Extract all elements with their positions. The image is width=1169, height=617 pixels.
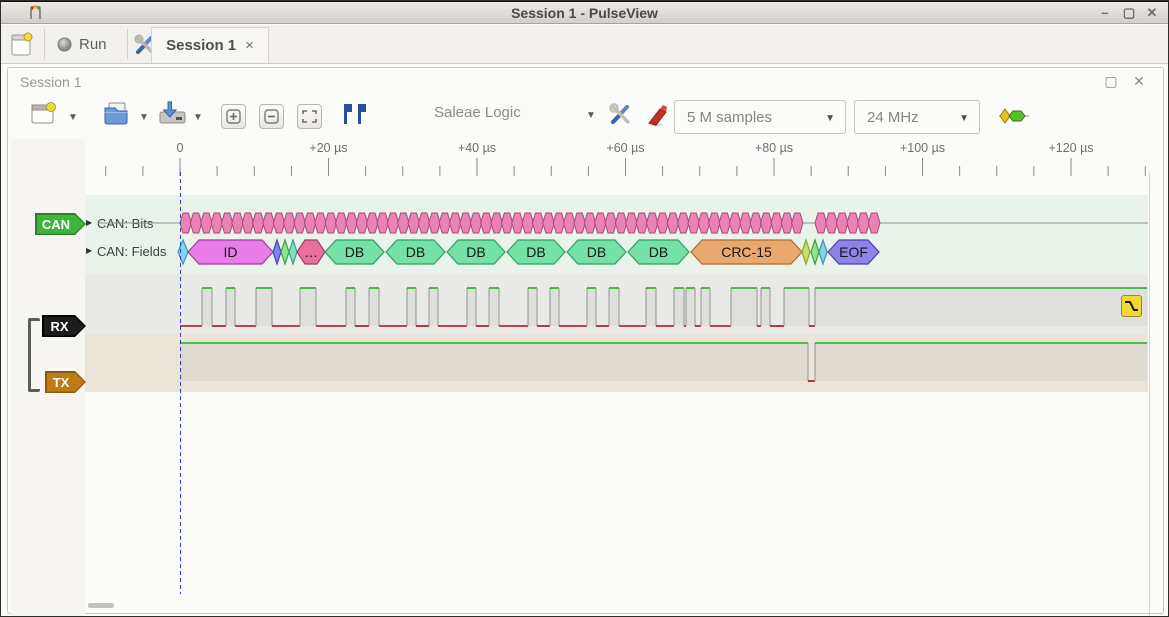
ruler-label: +100 µs — [900, 141, 945, 155]
zoom-in-button[interactable] — [221, 104, 246, 129]
minimize-button[interactable]: – — [1094, 4, 1116, 22]
title-bar[interactable]: Session 1 - PulseView – ▢ ✕ — [1, 1, 1168, 24]
view-right-border — [1149, 172, 1150, 617]
can-decoder-tag[interactable]: CAN — [35, 213, 86, 235]
sample-rate-value: 24 MHz — [867, 109, 919, 126]
sample-count-value: 5 M samples — [687, 109, 772, 126]
new-file-button[interactable] — [10, 31, 38, 58]
separator — [44, 29, 45, 59]
sample-rate-combobox[interactable]: 24 MHz ▼ — [854, 100, 980, 134]
open-dropdown-arrow[interactable]: ▼ — [139, 112, 149, 123]
separator — [127, 29, 128, 59]
ruler-label: +20 µs — [309, 141, 347, 155]
rx-row-background[interactable] — [85, 274, 1148, 334]
falling-edge-trigger-badge[interactable] — [1121, 295, 1142, 317]
device-dropdown-arrow[interactable]: ▼ — [586, 110, 596, 121]
sample-count-combobox[interactable]: 5 M samples ▼ — [674, 100, 846, 134]
run-button[interactable]: Run — [53, 31, 111, 58]
bits-row-label[interactable]: CAN: Bits — [97, 216, 153, 231]
bits-expander-icon[interactable]: ▶ — [86, 218, 92, 227]
pulseview-window: Session 1 - PulseView – ▢ ✕ Run Session … — [0, 0, 1169, 617]
session-panel-title: Session 1 — [20, 74, 81, 90]
ruler-label: +40 µs — [458, 141, 496, 155]
device-name: Saleae Logic — [434, 104, 521, 121]
channel-group-bracket — [28, 318, 40, 392]
main-toolbar: Run Session 1 × — [1, 25, 1168, 64]
sample-count-arrow: ▼ — [825, 113, 835, 124]
tab-session-1[interactable]: Session 1 × — [151, 27, 269, 63]
panel-restore-button[interactable]: ▢ — [1101, 73, 1121, 90]
ruler-label: +80 µs — [755, 141, 793, 155]
tab-label: Session 1 — [166, 37, 236, 54]
tx-row-background[interactable] — [85, 334, 1148, 392]
can-tag-label: CAN — [37, 215, 85, 234]
ruler-label: 0 — [177, 141, 184, 155]
window-title: Session 1 - PulseView — [1, 5, 1168, 21]
run-icon — [57, 37, 72, 52]
run-label: Run — [79, 36, 107, 53]
sample-rate-arrow: ▼ — [959, 113, 969, 124]
new-session-button[interactable] — [30, 100, 58, 126]
ruler-label: +120 µs — [1048, 141, 1093, 155]
horizontal-scrollbar-handle[interactable] — [88, 603, 114, 608]
save-button[interactable] — [158, 100, 188, 126]
channels-probe-button[interactable] — [646, 101, 672, 127]
ruler-label: +60 µs — [606, 141, 644, 155]
zoom-fit-button[interactable] — [297, 104, 322, 129]
open-file-button[interactable] — [103, 100, 131, 126]
panel-close-button[interactable]: ✕ — [1129, 73, 1149, 90]
tx-channel-tag[interactable]: TX — [45, 371, 86, 393]
configure-device-button[interactable] — [608, 102, 634, 126]
fields-row-label[interactable]: CAN: Fields — [97, 244, 166, 259]
fields-expander-icon[interactable]: ▶ — [86, 246, 92, 255]
save-dropdown-arrow[interactable]: ▼ — [193, 112, 203, 123]
tab-close-icon[interactable]: × — [245, 37, 254, 54]
add-decoder-button[interactable] — [999, 108, 1029, 124]
rx-channel-tag[interactable]: RX — [42, 315, 86, 337]
close-button[interactable]: ✕ — [1141, 4, 1163, 22]
device-select[interactable]: Saleae Logic — [434, 104, 604, 130]
decoder-flags-icon[interactable] — [342, 102, 368, 126]
maximize-button[interactable]: ▢ — [1118, 4, 1140, 22]
session-panel: Session 1 ▢ ✕ ▼ ▼ ▼ Saleae Logic — [7, 67, 1164, 614]
decoder-row-background[interactable] — [85, 195, 1148, 274]
new-session-dropdown-arrow[interactable]: ▼ — [68, 112, 78, 123]
zoom-out-button[interactable] — [259, 104, 284, 129]
